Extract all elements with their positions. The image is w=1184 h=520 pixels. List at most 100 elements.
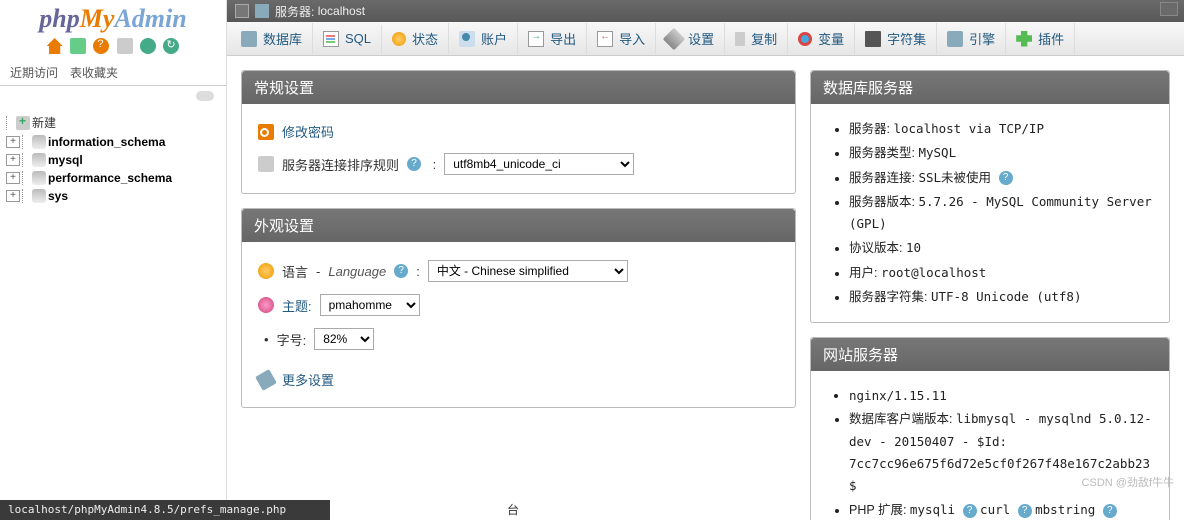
menu-import[interactable]: 导入 xyxy=(587,23,656,54)
menu-engines[interactable]: 引擎 xyxy=(937,23,1006,54)
language-label-en: Language xyxy=(328,264,386,279)
tree-db-label: sys xyxy=(48,189,68,203)
variables-icon xyxy=(798,32,812,46)
list-item: 服务器类型: MySQL xyxy=(849,142,1153,164)
panel-web-server-header: 网站服务器 xyxy=(811,338,1169,371)
change-password-link[interactable]: 修改密码 xyxy=(282,122,334,141)
collation-select[interactable]: utf8mb4_unicode_ci xyxy=(444,153,634,175)
server-label: 服务器: xyxy=(275,3,314,20)
pageinfo-icon[interactable] xyxy=(1160,2,1178,16)
panel-general-header: 常规设置 xyxy=(242,71,795,104)
export-icon xyxy=(528,31,544,47)
language-select[interactable]: 中文 - Chinese simplified xyxy=(428,260,628,282)
menu-export[interactable]: 导出 xyxy=(518,23,587,54)
menu-databases[interactable]: 数据库 xyxy=(231,23,313,54)
menubar: 数据库 SQL 状态 账户 导出 导入 设置 复制 变量 字符集 引擎 插件 xyxy=(227,22,1184,56)
list-item: 服务器版本: 5.7.26 - MySQL Community Server (… xyxy=(849,191,1153,236)
database-icon xyxy=(32,153,46,167)
navpanel-icon[interactable] xyxy=(117,38,133,54)
tree-db-information_schema[interactable]: + information_schema xyxy=(6,133,220,151)
db-server-list: 服务器: localhost via TCP/IP 服务器类型: MySQL 服… xyxy=(827,118,1153,308)
list-item: 服务器字符集: UTF-8 Unicode (utf8) xyxy=(849,286,1153,308)
home-icon[interactable] xyxy=(47,38,63,54)
list-item: 服务器连接: SSL未被使用 xyxy=(849,167,1153,189)
panel-db-server: 数据库服务器 服务器: localhost via TCP/IP 服务器类型: … xyxy=(810,70,1170,323)
menu-settings[interactable]: 设置 xyxy=(656,23,725,54)
menu-users[interactable]: 账户 xyxy=(449,23,518,54)
expand-icon[interactable]: + xyxy=(6,190,20,202)
expand-icon[interactable]: + xyxy=(6,136,20,148)
charset-icon xyxy=(865,31,881,47)
menu-variables[interactable]: 变量 xyxy=(788,23,855,54)
info-icon[interactable] xyxy=(407,157,421,171)
sidebar: phpMyAdmin 近期访问 表收藏夹 新建 + information_sc… xyxy=(0,0,227,520)
tree-db-label: mysql xyxy=(48,153,83,167)
database-icon xyxy=(32,135,46,149)
collapse-nav-icon[interactable] xyxy=(235,4,249,18)
menu-plugins[interactable]: 插件 xyxy=(1006,23,1075,54)
logout-icon[interactable] xyxy=(70,38,86,54)
collation-label: 服务器连接排序规则 xyxy=(282,155,399,174)
sidebar-quick-icons xyxy=(0,34,226,60)
users-icon xyxy=(459,31,475,47)
panel-appearance: 外观设置 语言 - Language : 中文 - Chinese simpli… xyxy=(241,208,796,408)
panel-appearance-header: 外观设置 xyxy=(242,209,795,242)
menu-sql[interactable]: SQL xyxy=(313,25,382,53)
list-item: nginx/1.15.11 xyxy=(849,385,1153,406)
replication-icon xyxy=(735,32,745,46)
sidebar-tabs: 近期访问 表收藏夹 xyxy=(0,60,226,86)
settings-icon[interactable] xyxy=(140,38,156,54)
more-settings-link[interactable]: 更多设置 xyxy=(282,370,334,389)
statusbar-url: localhost/phpMyAdmin4.8.5/prefs_manage.p… xyxy=(8,503,286,516)
tree-db-performance_schema[interactable]: + performance_schema xyxy=(6,169,220,187)
tree-db-label: performance_schema xyxy=(48,171,172,185)
topbar: 服务器: localhost xyxy=(227,0,1184,22)
wrench-icon xyxy=(663,27,686,50)
reload-icon[interactable] xyxy=(163,38,179,54)
logo-admin: Admin xyxy=(114,4,186,33)
statusbar: localhost/phpMyAdmin4.8.5/prefs_manage.p… xyxy=(0,500,330,520)
hidden-tab: 台 xyxy=(507,501,519,518)
theme-label[interactable]: 主题: xyxy=(282,296,312,315)
tab-favorites[interactable]: 表收藏夹 xyxy=(68,60,120,85)
expand-icon[interactable]: + xyxy=(6,154,20,166)
databases-icon xyxy=(241,31,257,47)
menu-charsets[interactable]: 字符集 xyxy=(855,23,937,54)
main: 服务器: localhost 数据库 SQL 状态 账户 导出 导入 设置 复制… xyxy=(227,0,1184,520)
tab-recent[interactable]: 近期访问 xyxy=(8,60,60,85)
menu-status[interactable]: 状态 xyxy=(382,23,449,54)
watermark: CSDN @劲敌f牛牛 xyxy=(1082,474,1174,490)
info-icon[interactable] xyxy=(1018,504,1032,518)
logo-my: My xyxy=(80,4,115,33)
list-item: 用户: root@localhost xyxy=(849,262,1153,284)
logo[interactable]: phpMyAdmin xyxy=(0,0,226,34)
database-icon xyxy=(32,171,46,185)
expand-icon[interactable]: + xyxy=(6,172,20,184)
list-item: 服务器: localhost via TCP/IP xyxy=(849,118,1153,140)
db-filter[interactable] xyxy=(0,86,226,108)
filter-toggle-icon[interactable] xyxy=(196,91,214,101)
info-icon[interactable] xyxy=(1103,504,1117,518)
theme-select[interactable]: pmahomme xyxy=(320,294,420,316)
info-icon[interactable] xyxy=(999,171,1013,185)
web-server-list: nginx/1.15.11 数据库客户端版本: libmysql - mysql… xyxy=(827,385,1153,520)
info-icon[interactable] xyxy=(394,264,408,278)
sql-icon xyxy=(323,31,339,47)
panel-db-server-header: 数据库服务器 xyxy=(811,71,1169,104)
info-icon[interactable] xyxy=(963,504,977,518)
status-icon xyxy=(392,32,406,46)
panel-web-server: 网站服务器 nginx/1.15.11 数据库客户端版本: libmysql -… xyxy=(810,337,1170,520)
tree-new[interactable]: 新建 xyxy=(6,112,220,133)
menu-replication[interactable]: 复制 xyxy=(725,23,788,54)
new-db-icon xyxy=(16,116,30,130)
server-name: localhost xyxy=(318,4,365,18)
import-icon xyxy=(597,31,613,47)
tree-db-mysql[interactable]: + mysql xyxy=(6,151,220,169)
tree-db-sys[interactable]: + sys xyxy=(6,187,220,205)
plugins-icon xyxy=(1016,31,1032,47)
theme-icon xyxy=(258,297,274,313)
wrench-icon xyxy=(255,369,277,391)
docs-icon[interactable] xyxy=(93,38,109,54)
server-icon xyxy=(255,4,269,18)
fontsize-select[interactable]: 82% xyxy=(314,328,374,350)
